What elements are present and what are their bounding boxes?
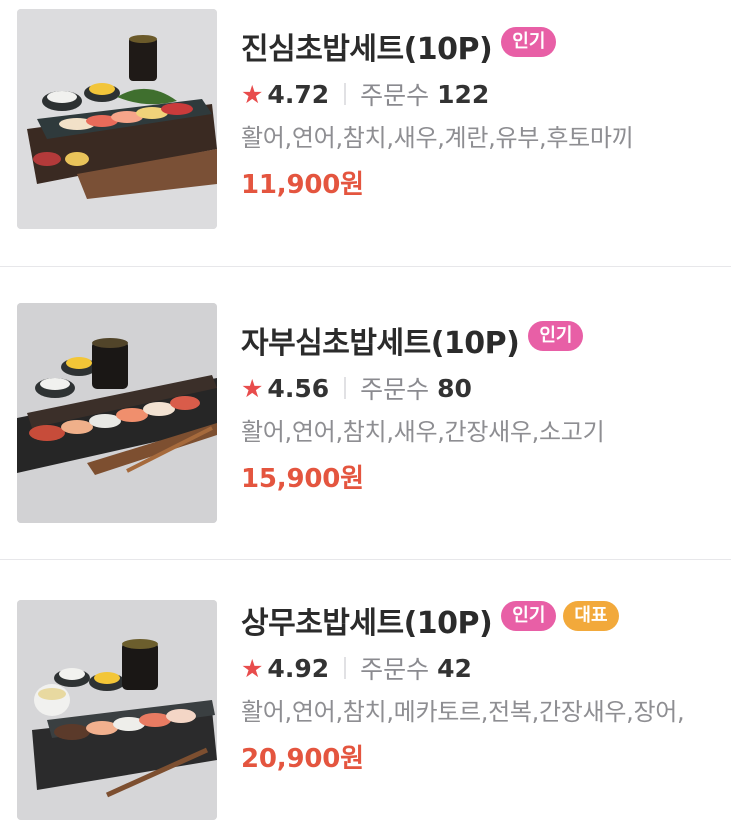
rating-row: ★ 4.56 주문수 80 [241, 372, 711, 405]
menu-item-name: 진심초밥세트(10P) [241, 32, 493, 67]
menu-item-description: 활어,연어,참치,메카토르,전복,간장새우,장어, [241, 698, 685, 726]
title-row: 자부심초밥세트(10P) 인기 [241, 320, 711, 361]
sushi-set-illustration [17, 303, 217, 523]
meta-divider [344, 377, 347, 399]
sushi-set-illustration [17, 600, 217, 820]
rating-value: 4.92 [267, 653, 330, 683]
menu-item-price: 15,900원 [241, 464, 364, 494]
menu-list: 진심초밥세트(10P) 인기 ★ 4.72 주문수 122 활어,연어,참치,새… [0, 0, 731, 835]
rating-value: 4.72 [267, 79, 330, 109]
signature-badge: 대표 [563, 601, 619, 631]
order-count-value: 122 [437, 79, 490, 109]
menu-item-info: 진심초밥세트(10P) 인기 ★ 4.72 주문수 122 활어,연어,참치,새… [241, 26, 711, 201]
menu-item[interactable]: 자부심초밥세트(10P) 인기 ★ 4.56 주문수 80 활어,연어,참치,새… [0, 267, 731, 559]
menu-item-info: 자부심초밥세트(10P) 인기 ★ 4.56 주문수 80 활어,연어,참치,새… [241, 320, 711, 495]
menu-item-name: 상무초밥세트(10P) [241, 606, 493, 641]
meta-divider [344, 657, 347, 679]
order-count-label: 주문수 [360, 375, 430, 404]
menu-item-price: 20,900원 [241, 744, 364, 774]
popular-badge: 인기 [528, 321, 584, 351]
star-icon: ★ [241, 653, 264, 683]
menu-item[interactable]: 진심초밥세트(10P) 인기 ★ 4.72 주문수 122 활어,연어,참치,새… [0, 0, 731, 266]
order-count-value: 42 [437, 653, 472, 683]
menu-item-description: 활어,연어,참치,새우,계란,유부,후토마끼 [241, 124, 634, 152]
order-count-label: 주문수 [360, 655, 430, 684]
popular-badge: 인기 [501, 601, 557, 631]
menu-item-photo[interactable] [17, 9, 217, 229]
menu-item-photo[interactable] [17, 303, 217, 523]
menu-item-price: 11,900원 [241, 170, 364, 200]
menu-item-photo[interactable] [17, 600, 217, 820]
title-row: 상무초밥세트(10P) 인기 대표 [241, 600, 711, 641]
order-count-value: 80 [437, 373, 472, 403]
meta-divider [344, 83, 347, 105]
title-row: 진심초밥세트(10P) 인기 [241, 26, 711, 67]
star-icon: ★ [241, 79, 264, 109]
order-count-label: 주문수 [360, 81, 430, 110]
star-icon: ★ [241, 373, 264, 403]
rating-row: ★ 4.72 주문수 122 [241, 78, 711, 111]
rating-value: 4.56 [267, 373, 330, 403]
menu-item-info: 상무초밥세트(10P) 인기 대표 ★ 4.92 주문수 42 활어,연어,참치… [241, 600, 711, 775]
sushi-set-illustration [17, 9, 217, 229]
popular-badge: 인기 [501, 27, 557, 57]
menu-item-description: 활어,연어,참치,새우,간장새우,소고기 [241, 418, 605, 446]
menu-item[interactable]: 상무초밥세트(10P) 인기 대표 ★ 4.92 주문수 42 활어,연어,참치… [0, 560, 731, 835]
menu-item-name: 자부심초밥세트(10P) [241, 326, 520, 361]
rating-row: ★ 4.92 주문수 42 [241, 652, 711, 685]
